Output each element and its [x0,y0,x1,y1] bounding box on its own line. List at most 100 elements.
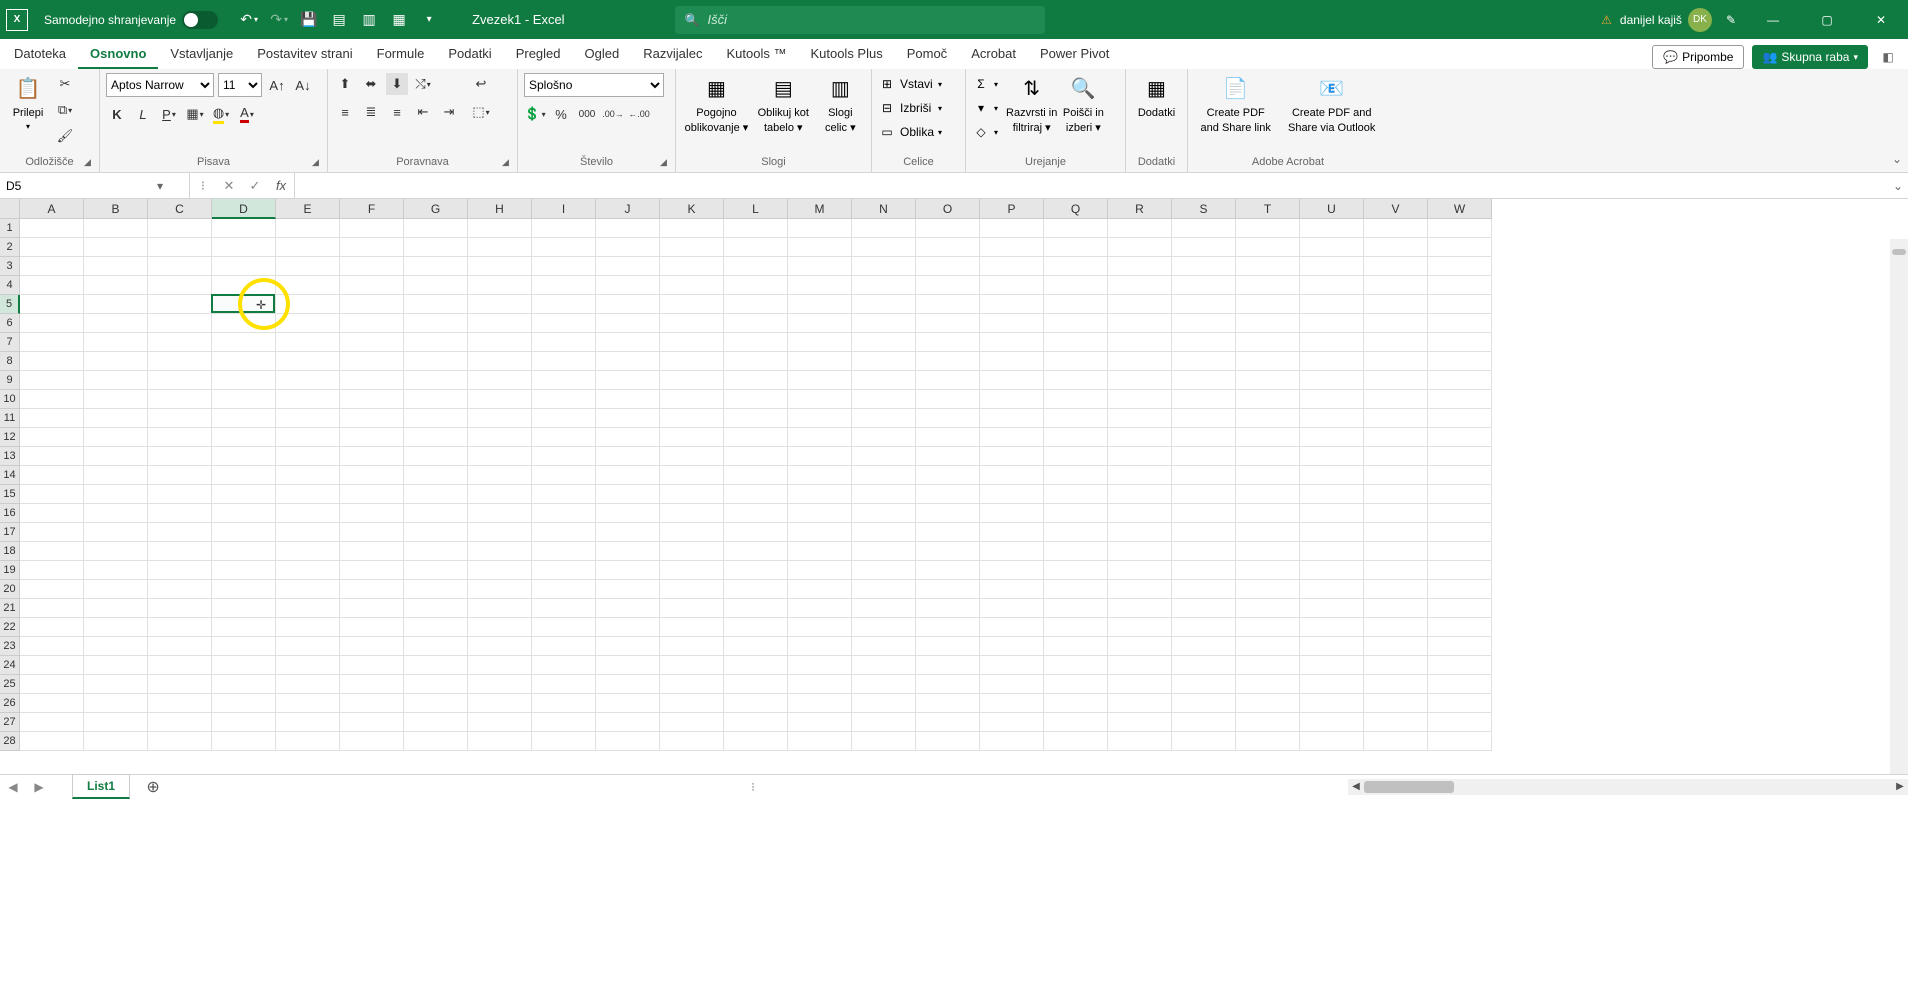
col-header-S[interactable]: S [1172,199,1236,219]
cell[interactable] [1108,314,1172,333]
cell[interactable] [1364,656,1428,675]
cell[interactable] [84,295,148,314]
cell[interactable] [532,295,596,314]
cell[interactable] [340,637,404,656]
align-bottom-button[interactable]: ⬇ [386,73,408,95]
cell[interactable] [596,352,660,371]
cell[interactable] [916,732,980,751]
cell[interactable] [724,219,788,238]
cell[interactable] [1172,447,1236,466]
cell[interactable] [148,333,212,352]
cell[interactable] [1300,656,1364,675]
cell[interactable] [84,561,148,580]
cell[interactable] [1428,542,1492,561]
cell[interactable] [20,390,84,409]
cell[interactable] [84,352,148,371]
cell[interactable] [404,675,468,694]
cell[interactable] [212,561,276,580]
cell[interactable] [212,314,276,333]
cell[interactable] [980,428,1044,447]
cell[interactable] [660,390,724,409]
cell[interactable] [1044,542,1108,561]
cell[interactable] [1172,352,1236,371]
cell[interactable] [1044,580,1108,599]
cell[interactable] [916,637,980,656]
row-header-23[interactable]: 23 [0,637,20,656]
cell[interactable] [468,371,532,390]
cell[interactable] [84,675,148,694]
cell[interactable] [1044,314,1108,333]
cell[interactable] [916,542,980,561]
cell[interactable] [340,656,404,675]
cell[interactable] [468,390,532,409]
cell[interactable] [1172,637,1236,656]
cell[interactable] [980,637,1044,656]
cell[interactable] [532,409,596,428]
cell[interactable] [340,428,404,447]
cell[interactable] [340,504,404,523]
hscroll-thumb[interactable] [1364,781,1454,793]
cell[interactable] [1364,732,1428,751]
font-color-button[interactable]: A [236,103,258,125]
cell[interactable] [1364,561,1428,580]
cell[interactable] [916,276,980,295]
cell[interactable] [1236,637,1300,656]
sheet-tab-active[interactable]: List1 [72,774,130,799]
cell[interactable] [1428,561,1492,580]
cell[interactable] [84,333,148,352]
cell[interactable] [1172,409,1236,428]
cell[interactable] [1044,523,1108,542]
row-header-5[interactable]: 5 [0,295,20,314]
cell[interactable] [980,390,1044,409]
cell[interactable] [20,656,84,675]
cell[interactable] [916,333,980,352]
cell[interactable] [1428,675,1492,694]
cell[interactable] [212,257,276,276]
cell[interactable] [20,257,84,276]
cell[interactable] [340,333,404,352]
cell[interactable] [1364,295,1428,314]
cell[interactable] [1044,599,1108,618]
cell[interactable] [1364,371,1428,390]
cell[interactable] [276,504,340,523]
cell[interactable] [1044,618,1108,637]
cell[interactable] [404,333,468,352]
cell[interactable] [724,428,788,447]
cell[interactable] [788,219,852,238]
cell[interactable] [84,713,148,732]
cell[interactable] [20,485,84,504]
format-cells-button[interactable]: ▭Oblika▾ [878,121,942,143]
save-button[interactable]: 💾 [296,7,322,33]
cell[interactable] [852,656,916,675]
cell[interactable] [532,390,596,409]
cell[interactable] [660,352,724,371]
cell[interactable] [404,694,468,713]
cell[interactable] [1108,523,1172,542]
cell[interactable] [1172,485,1236,504]
col-header-F[interactable]: F [340,199,404,219]
cell[interactable] [1172,618,1236,637]
cell[interactable] [980,618,1044,637]
cell[interactable] [724,713,788,732]
cell[interactable] [1428,219,1492,238]
font-launcher[interactable]: ◢ [312,157,324,169]
col-header-C[interactable]: C [148,199,212,219]
cell[interactable] [980,542,1044,561]
cell[interactable] [1172,504,1236,523]
cell[interactable] [660,409,724,428]
cell[interactable] [852,352,916,371]
cell[interactable] [1364,219,1428,238]
cell[interactable] [468,694,532,713]
cell[interactable] [1044,428,1108,447]
cell[interactable] [1172,295,1236,314]
cell[interactable] [852,371,916,390]
cell[interactable] [1364,314,1428,333]
hscroll-right[interactable]: ▶ [1892,781,1908,792]
cell[interactable] [1364,257,1428,276]
cell[interactable] [724,485,788,504]
autosum-button[interactable]: Σ▾ [972,73,998,95]
cell[interactable] [980,314,1044,333]
tab-datoteka[interactable]: Datoteka [2,40,78,69]
cell[interactable] [276,656,340,675]
cell[interactable] [1108,371,1172,390]
